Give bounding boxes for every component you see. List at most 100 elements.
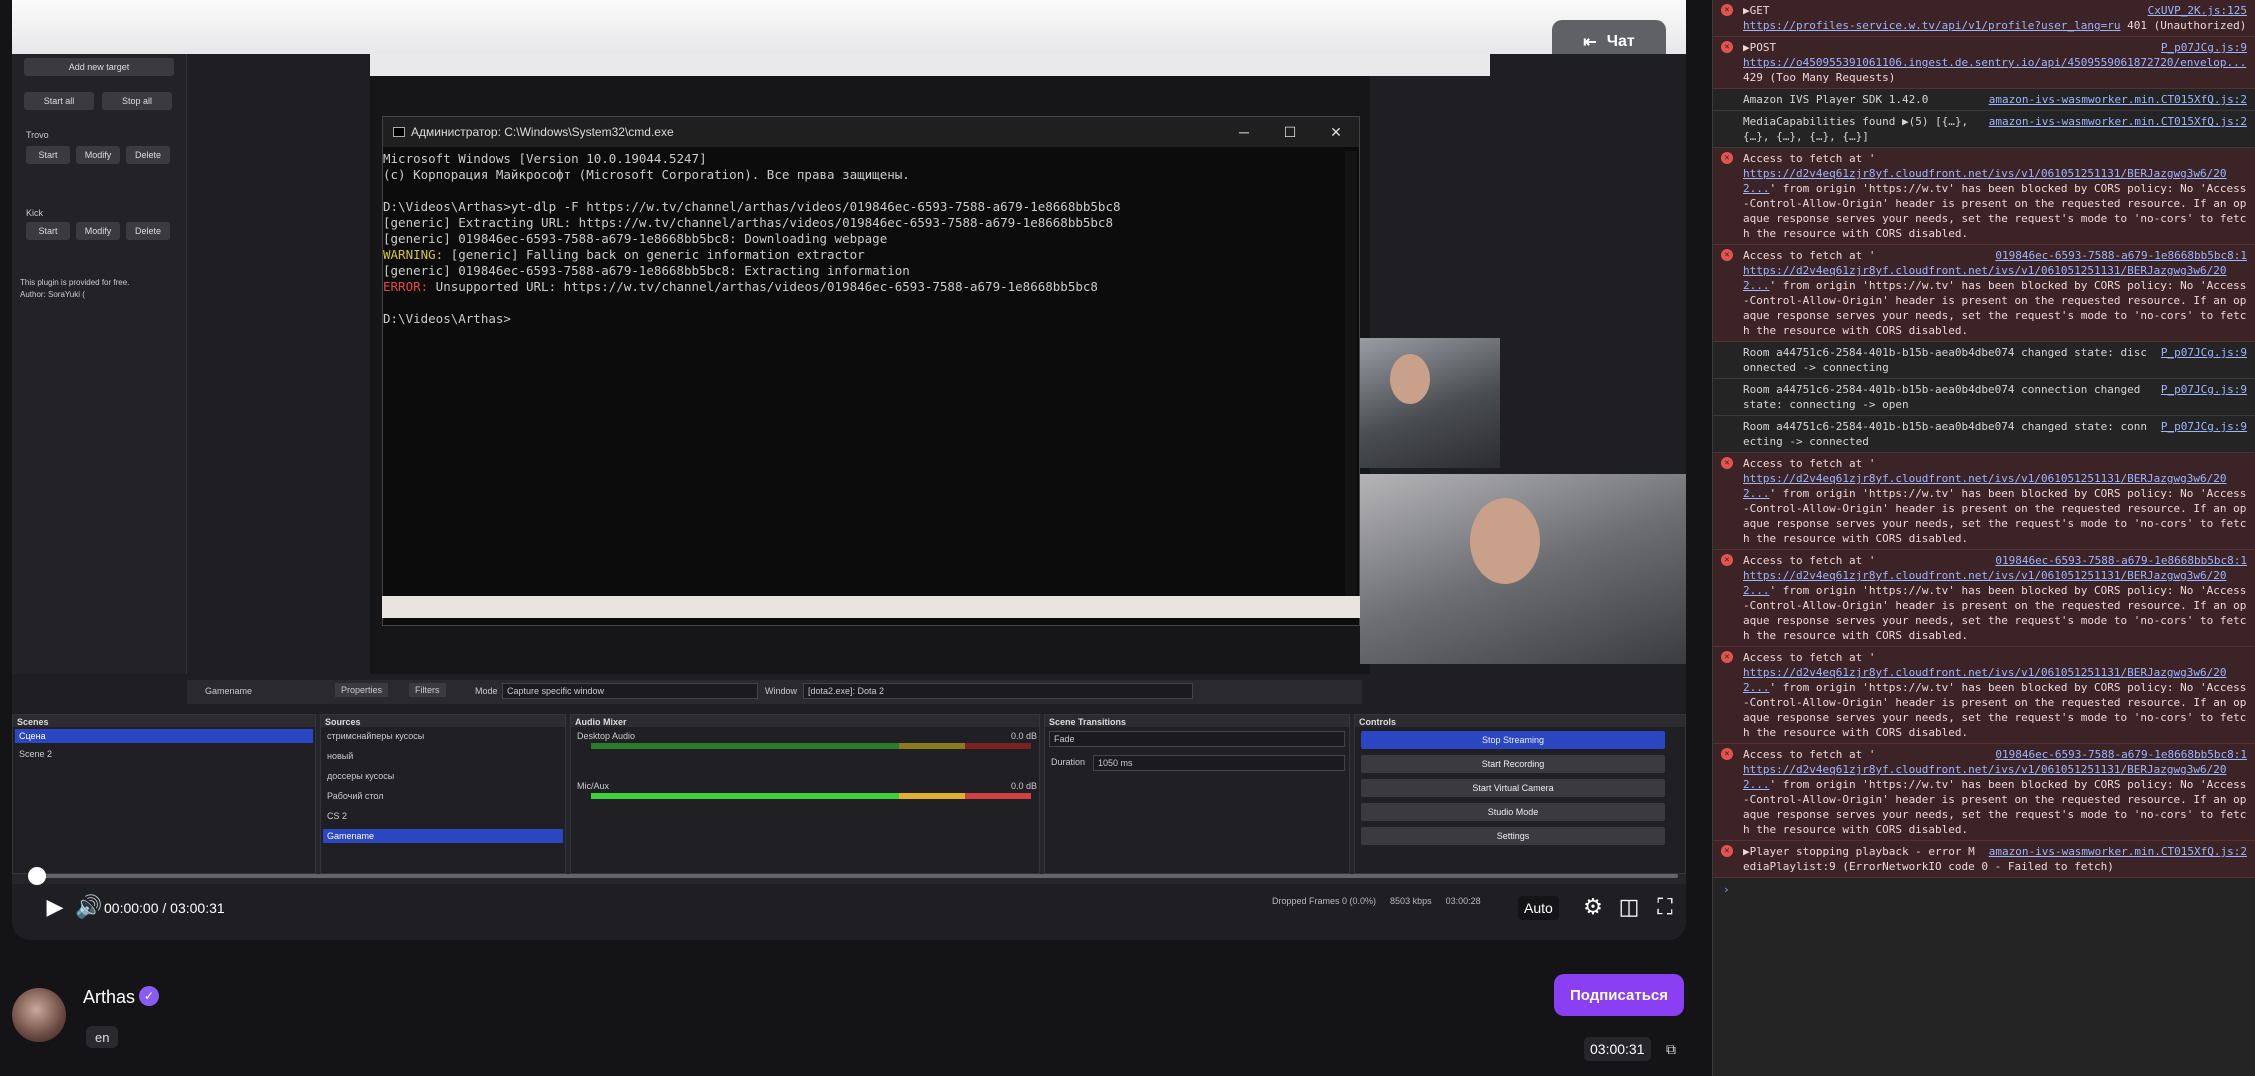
window-select[interactable]: [dota2.exe]: Dota 2: [803, 683, 1193, 699]
console-message[interactable]: P_p07JCg.js:9 Room a44751c6-2584-401b-b15…: [1713, 379, 2255, 416]
progress-handle[interactable]: [28, 867, 46, 885]
console-message[interactable]: ✕ P_p07JCg.js:9 ▶POST https://o450955391061…: [1713, 37, 2255, 89]
gear-icon[interactable]: ⚙: [1578, 893, 1608, 921]
video-player[interactable]: ⇤ Чат Add new target Start all Stop all …: [12, 0, 1686, 940]
start-virtual-camera-button[interactable]: Start Virtual Camera: [1361, 779, 1665, 797]
minimize-icon[interactable]: ─: [1221, 117, 1267, 147]
source-item[interactable]: Рабочий стол: [327, 791, 384, 801]
fullscreen-icon[interactable]: ⛶: [1650, 893, 1680, 921]
source-link[interactable]: 019846ec-6593-7588-a679-1e8668bb5bc8:1: [1995, 747, 2247, 762]
trovo-label: Trovo: [26, 130, 49, 140]
duration-input[interactable]: 1050 ms: [1093, 755, 1345, 771]
source-item[interactable]: Gamename: [323, 829, 563, 843]
source-link[interactable]: P_p07JCg.js:9: [2161, 345, 2247, 360]
console-message[interactable]: ✕ 019846ec-6593-7588-a679-1e8668bb5bc8:1 A…: [1713, 550, 2255, 647]
quality-button[interactable]: Auto: [1518, 896, 1559, 920]
source-link[interactable]: amazon-ivs-wasmworker.min.CT015XfQ.js:2: [1989, 844, 2247, 859]
player-top-bar: ⇤ Чат: [12, 0, 1686, 64]
source-item[interactable]: новый: [327, 751, 353, 761]
close-icon[interactable]: ✕: [1313, 117, 1359, 147]
miniplayer-icon[interactable]: ◫: [1614, 893, 1644, 921]
maximize-icon[interactable]: ☐: [1267, 117, 1313, 147]
source-item[interactable]: стримснайперы кусосы: [327, 731, 424, 741]
cmd-line-text: [generic] Falling back on generic inform…: [443, 247, 865, 262]
cmd-line-text: D:\Videos\Arthas>yt-dlp -F https://w.tv/…: [383, 199, 1121, 214]
cmd-line-text: Unsupported URL: https://w.tv/channel/ar…: [428, 279, 1098, 294]
toolbar-source-name: Gamename: [205, 686, 253, 696]
scene-item[interactable]: Сцена: [15, 729, 313, 743]
kick-delete-button[interactable]: Delete: [126, 222, 170, 240]
console-message[interactable]: P_p07JCg.js:9 Room a44751c6-2584-401b-b15…: [1713, 342, 2255, 379]
console-message[interactable]: ✕ 019846ec-6593-7588-a679-1e8668bb5bc8:1 A…: [1713, 245, 2255, 342]
avatar[interactable]: [12, 988, 66, 1042]
console-message[interactable]: ✕ 019846ec-6593-7588-a679-1e8668bb5bc8:1 A…: [1713, 744, 2255, 841]
console-message[interactable]: ✕ Access to fetch at ' https://d2v4eq61zjr…: [1713, 647, 2255, 744]
message-tail: ' from origin 'https://w.tv' has been bl…: [1743, 487, 2247, 545]
source-link[interactable]: 019846ec-6593-7588-a679-1e8668bb5bc8:1: [1995, 248, 2247, 263]
console-message[interactable]: amazon-ivs-wasmworker.min.CT015XfQ.js:2 A…: [1713, 89, 2255, 111]
cmd-output[interactable]: Microsoft Windows [Version 10.0.19044.52…: [383, 147, 1359, 327]
start-all-button[interactable]: Start all: [24, 92, 94, 110]
source-link[interactable]: CxUVP_2K.js:125: [2148, 3, 2247, 18]
volume-icon[interactable]: 🔊: [74, 893, 104, 921]
console-message[interactable]: ✕ Access to fetch at ' https://d2v4eq61zjr…: [1713, 148, 2255, 245]
mixer-track-db: 0.0 dB: [1011, 781, 1038, 791]
source-item[interactable]: доссеры кусосы: [327, 771, 394, 781]
console-message[interactable]: ✕ Access to fetch at ' https://d2v4eq61zjr…: [1713, 453, 2255, 550]
cmd-line: D:\Videos\Arthas>: [383, 311, 1359, 327]
stream-page: ⇤ Чат Add new target Start all Stop all …: [0, 0, 1712, 1076]
studio-mode-button[interactable]: Studio Mode: [1361, 803, 1665, 821]
cmd-scrollbar[interactable]: [1345, 151, 1357, 617]
message-text: Room a44751c6-2584-401b-b15b-aea0b4dbe07…: [1743, 383, 2141, 411]
message-text: Access to fetch at ': [1743, 748, 1876, 761]
url-link[interactable]: https://o450955391061106.ingest.de.sentr…: [1743, 56, 2246, 69]
trovo-modify-button[interactable]: Modify: [76, 146, 120, 164]
cmd-line-text: (c) Корпорация Майкрософт (Microsoft Cor…: [383, 167, 910, 182]
settings-button[interactable]: Settings: [1361, 827, 1665, 845]
mode-select[interactable]: Capture specific window: [502, 683, 758, 699]
url-link[interactable]: https://profiles-service.w.tv/api/v1/pro…: [1743, 19, 2121, 32]
message-text: Room a44751c6-2584-401b-b15b-aea0b4dbe07…: [1743, 346, 2147, 374]
console-message[interactable]: P_p07JCg.js:9 Room a44751c6-2584-401b-b15…: [1713, 416, 2255, 453]
source-link[interactable]: P_p07JCg.js:9: [2161, 382, 2247, 397]
console-message[interactable]: amazon-ivs-wasmworker.min.CT015XfQ.js:2 M…: [1713, 111, 2255, 148]
scene-item[interactable]: Scene 2: [19, 749, 52, 759]
properties-button[interactable]: Properties: [335, 683, 389, 697]
source-link[interactable]: P_p07JCg.js:9: [2161, 419, 2247, 434]
inner-taskbar: [382, 596, 1360, 618]
source-link[interactable]: P_p07JCg.js:9: [2161, 40, 2247, 55]
trovo-delete-button[interactable]: Delete: [126, 146, 170, 164]
cmd-line-text: D:\Videos\Arthas>: [383, 311, 511, 326]
language-badge: en: [86, 1026, 119, 1048]
console-prompt[interactable]: ›: [1713, 878, 2255, 901]
source-link[interactable]: 019846ec-6593-7588-a679-1e8668bb5bc8:1: [1995, 553, 2247, 568]
console-message[interactable]: ✕ amazon-ivs-wasmworker.min.CT015XfQ.js:2…: [1713, 841, 2255, 878]
stop-streaming-button[interactable]: Stop Streaming: [1361, 731, 1665, 749]
devtools-console[interactable]: ✕ CxUVP_2K.js:125 ▶GET https://profiles-ser…: [1712, 0, 2255, 1076]
stop-all-button[interactable]: Stop all: [102, 92, 172, 110]
source-item[interactable]: CS 2: [327, 811, 347, 821]
add-target-button[interactable]: Add new target: [24, 58, 174, 76]
error-icon: ✕: [1721, 152, 1733, 164]
start-recording-button[interactable]: Start Recording: [1361, 755, 1665, 773]
copy-icon[interactable]: ⧉: [1660, 1038, 1682, 1060]
console-message[interactable]: ✕ CxUVP_2K.js:125 ▶GET https://profiles-ser…: [1713, 0, 2255, 37]
channel-name[interactable]: Arthas: [83, 987, 135, 1008]
duration-badge: 03:00:31: [1584, 1037, 1651, 1061]
duration-label: Duration: [1051, 757, 1086, 767]
progress-bar[interactable]: [28, 874, 1678, 878]
source-link[interactable]: amazon-ivs-wasmworker.min.CT015XfQ.js:2: [1989, 114, 2247, 129]
play-icon[interactable]: ▶: [40, 893, 70, 921]
message-text: Access to fetch at ': [1743, 554, 1876, 567]
cmd-window[interactable]: Администратор: C:\Windows\System32\cmd.e…: [382, 116, 1360, 626]
source-link[interactable]: amazon-ivs-wasmworker.min.CT015XfQ.js:2: [1989, 92, 2247, 107]
trovo-start-button[interactable]: Start: [26, 146, 70, 164]
subscribe-button[interactable]: Подписаться: [1554, 974, 1684, 1016]
kick-modify-button[interactable]: Modify: [76, 222, 120, 240]
plugin-note: This plugin is provided for free.: [20, 278, 130, 287]
filters-button[interactable]: Filters: [409, 683, 446, 697]
kick-start-button[interactable]: Start: [26, 222, 70, 240]
cmd-title: Администратор: C:\Windows\System32\cmd.e…: [411, 125, 674, 139]
mixer-track-db: 0.0 dB: [1011, 731, 1038, 741]
transition-select[interactable]: Fade: [1049, 731, 1345, 747]
